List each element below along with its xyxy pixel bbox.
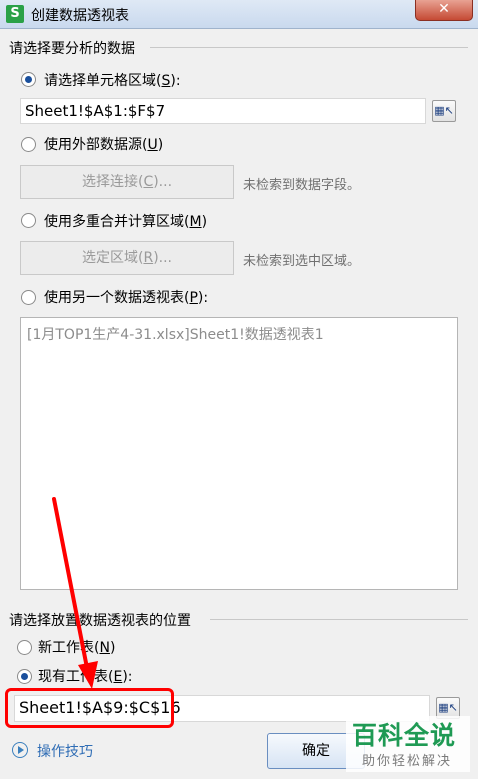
radio-multiple-consolidation[interactable] [21,213,36,228]
tips-label[interactable]: 操作技巧 [37,741,93,761]
annotation-arrow [52,497,98,689]
radio-cell-range-label[interactable]: 请选择单元格区域(S): [44,70,181,90]
source-group-label: 请选择要分析的数据 [9,38,141,58]
radio-another-pivot[interactable] [21,290,36,305]
region-hint: 未检索到选中区域。 [243,254,361,269]
range-picker-icon[interactable]: ▦↖ [432,100,456,122]
source-range-input[interactable]: Sheet1!$A$1:$F$7 [20,98,426,124]
choose-connection-button[interactable]: 选择连接(C)... [20,165,234,199]
radio-cell-range[interactable] [21,72,36,87]
connection-hint: 未检索到数据字段。 [243,178,361,193]
close-button[interactable]: ✕ [415,0,473,21]
list-item[interactable]: [1月TOP1生产4-31.xlsx]Sheet1!数据透视表1 [27,324,324,344]
radio-new-worksheet[interactable] [17,640,32,655]
play-icon [12,742,28,758]
radio-external-source-label[interactable]: 使用外部数据源(U) [44,134,163,154]
group-divider [210,619,468,620]
radio-external-source[interactable] [21,137,36,152]
watermark-subtitle: 助你轻松解决 [362,754,453,769]
dialog-title: 创建数据透视表 [31,8,129,24]
radio-multiple-consolidation-label[interactable]: 使用多重合并计算区域(M) [44,211,207,231]
wps-app-icon: S [6,5,24,23]
watermark: 百科全说 助你轻松解决 [346,716,470,772]
dest-group-label: 请选择放置数据透视表的位置 [9,610,197,630]
select-region-button[interactable]: 选定区域(R)... [20,241,234,275]
radio-existing-worksheet[interactable] [17,669,32,684]
radio-another-pivot-label[interactable]: 使用另一个数据透视表(P): [44,287,208,307]
group-divider [150,47,468,48]
title-bar: S 创建数据透视表 ✕ [0,0,478,29]
watermark-title: 百科全说 [352,721,457,750]
